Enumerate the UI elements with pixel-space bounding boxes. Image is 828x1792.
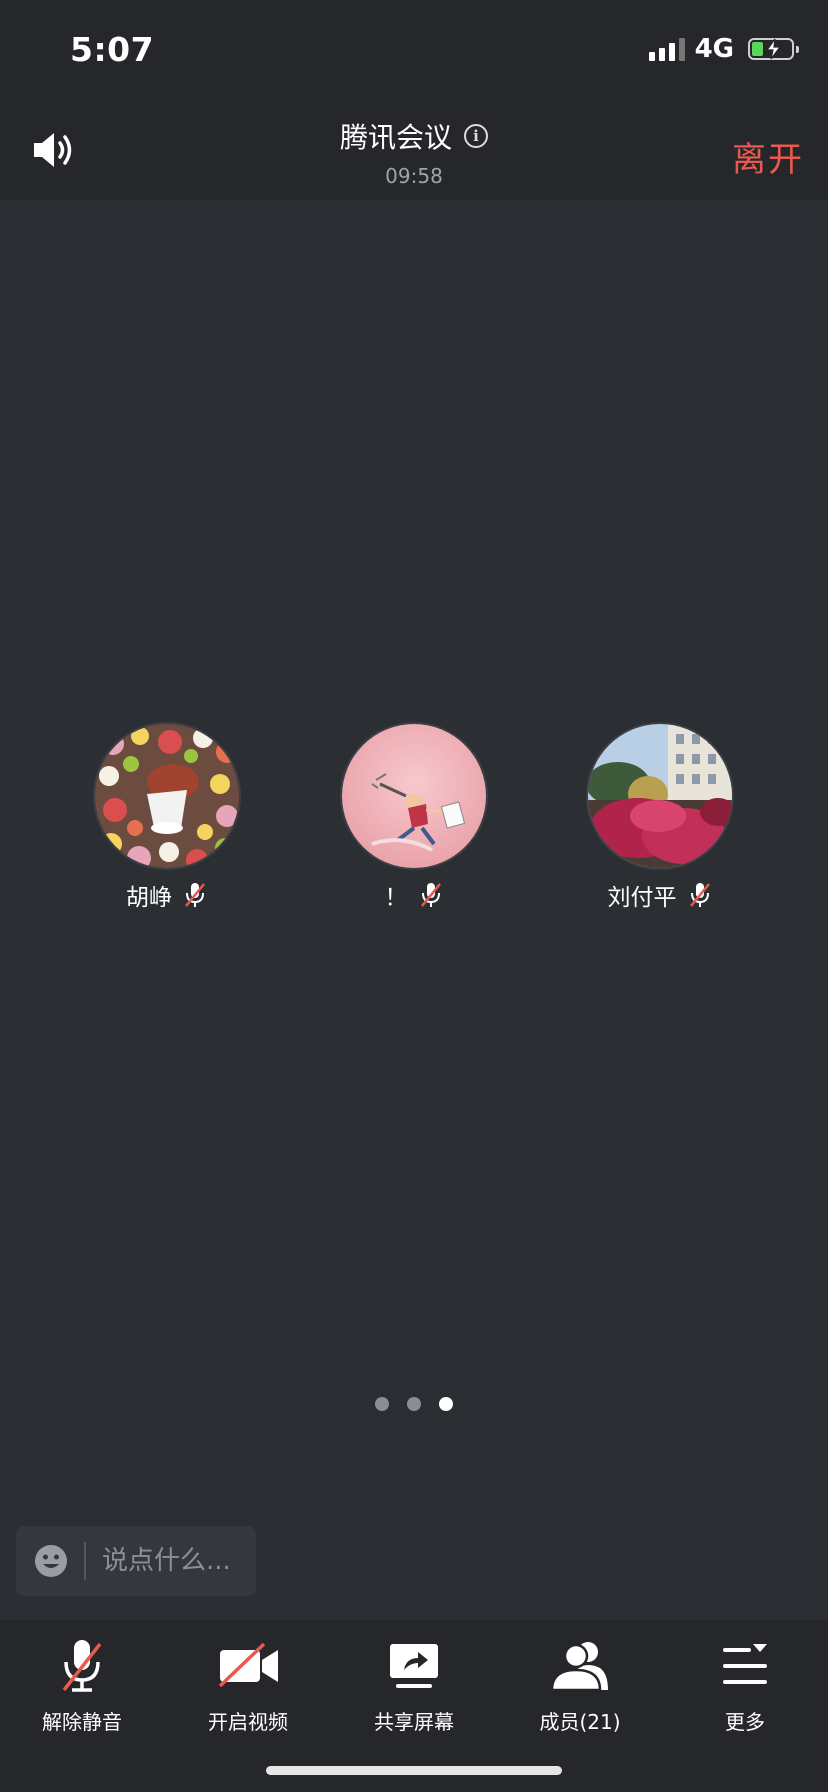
page-dot[interactable] xyxy=(375,1397,389,1411)
signal-icon xyxy=(648,37,685,61)
participant-tile[interactable]: 刘付平 xyxy=(560,722,760,911)
participant-name: ！ xyxy=(384,885,408,911)
battery-icon xyxy=(748,38,799,60)
title-block: 腾讯会议 i 09:58 xyxy=(0,116,828,188)
home-indicator[interactable] xyxy=(266,1766,562,1775)
members-label: 成员(21) xyxy=(539,1710,621,1734)
members-button[interactable]: 成员(21) xyxy=(505,1638,655,1735)
chat-divider xyxy=(84,1542,86,1580)
page-dot-active[interactable] xyxy=(439,1397,453,1411)
battery-fill xyxy=(752,42,764,56)
floral-avatar xyxy=(93,722,241,870)
mic-off-icon xyxy=(185,883,205,907)
participant-tile[interactable]: 胡峥 xyxy=(67,722,267,911)
video-off-icon xyxy=(218,1642,278,1688)
more-button[interactable]: 更多 xyxy=(670,1638,820,1735)
leave-button[interactable]: 离开 xyxy=(732,132,804,181)
mic-off-icon xyxy=(420,883,441,907)
unmute-label: 解除静音 xyxy=(42,1710,122,1734)
meeting-timer: 09:58 xyxy=(385,164,443,188)
mic-muted-icon xyxy=(62,1640,102,1692)
more-menu-icon xyxy=(723,1644,767,1684)
start-video-label: 开启视频 xyxy=(208,1710,288,1734)
participant-tile[interactable]: ！ xyxy=(314,722,514,911)
participant-grid: 胡峥 ！ 刘付平 xyxy=(0,722,828,912)
status-indicators: 4G xyxy=(648,34,799,64)
mic-off-icon xyxy=(689,883,710,907)
more-label: 更多 xyxy=(725,1710,765,1734)
page-indicator[interactable] xyxy=(0,1397,828,1411)
start-video-button[interactable]: 开启视频 xyxy=(173,1638,323,1735)
status-bar: 5:07 4G xyxy=(0,0,828,100)
share-screen-button[interactable]: 共享屏幕 xyxy=(339,1638,489,1735)
garden-photo-avatar xyxy=(586,722,734,870)
info-icon[interactable]: i xyxy=(464,124,488,148)
pink-drawing-avatar xyxy=(340,722,488,870)
meeting-title: 腾讯会议 xyxy=(339,121,452,154)
status-time: 5:07 xyxy=(70,30,155,69)
participant-name: 刘付平 xyxy=(607,885,677,911)
share-screen-label: 共享屏幕 xyxy=(374,1710,454,1734)
unmute-button[interactable]: 解除静音 xyxy=(7,1638,157,1735)
charging-bolt-icon xyxy=(765,38,782,60)
participant-name: 胡峥 xyxy=(126,885,172,911)
emoji-icon[interactable] xyxy=(34,1544,68,1578)
chat-box[interactable] xyxy=(16,1526,256,1596)
network-type: 4G xyxy=(694,34,734,64)
page-dot[interactable] xyxy=(407,1397,421,1411)
meeting-header: 腾讯会议 i 09:58 离开 xyxy=(0,100,828,200)
share-screen-icon xyxy=(390,1644,438,1688)
chat-input[interactable] xyxy=(102,1546,242,1576)
members-icon xyxy=(550,1642,608,1692)
